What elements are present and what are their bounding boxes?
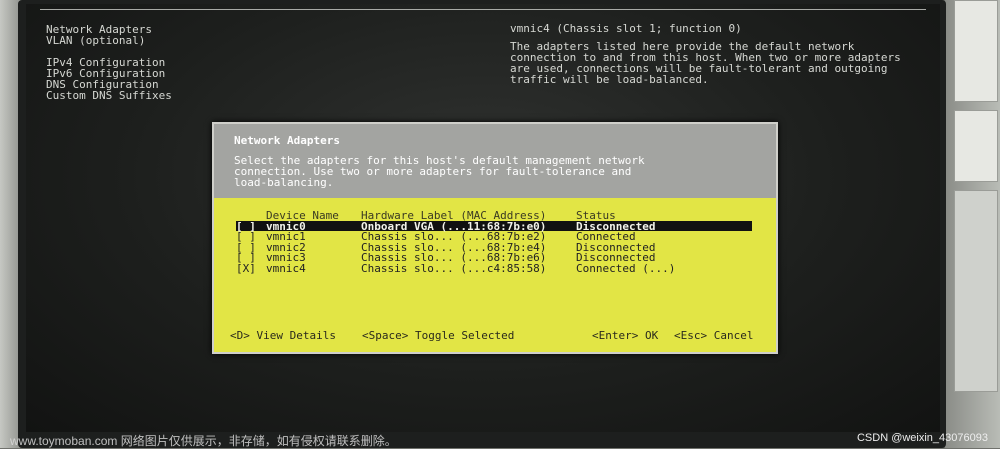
adapter-table: Device Name Hardware Label (MAC Address)… bbox=[236, 210, 752, 274]
background-wall-right bbox=[945, 0, 1000, 448]
table-header: Device Name Hardware Label (MAC Address)… bbox=[236, 210, 752, 221]
description-line: load-balancing. bbox=[234, 176, 334, 189]
table-row[interactable]: [X] vmnic4 Chassis slo... (...c4:85:58) … bbox=[236, 263, 752, 274]
ok-key[interactable]: <Enter> OK bbox=[592, 330, 658, 341]
toggle-selected-key[interactable]: <Space> Toggle Selected bbox=[362, 330, 514, 341]
watermark-right: CSDN @weixin_43076093 bbox=[856, 432, 988, 444]
hardware-label: Chassis slo... (...c4:85:58) bbox=[361, 261, 547, 275]
cancel-key[interactable]: <Esc> Cancel bbox=[674, 330, 753, 341]
console-screen: Network Adapters VLAN (optional) IPv4 Co… bbox=[26, 4, 940, 432]
view-details-key[interactable]: <D> View Details bbox=[230, 330, 336, 341]
dialog-description: Select the adapters for this host's defa… bbox=[234, 155, 645, 188]
adapter-checkbox[interactable]: [X] bbox=[236, 263, 256, 274]
top-divider bbox=[40, 9, 926, 10]
background-box bbox=[954, 0, 998, 102]
detail-line: traffic will be load-balanced. bbox=[510, 73, 709, 86]
table-row[interactable]: [ ] vmnic1 Chassis slo... (...68:7b:e2) … bbox=[236, 231, 752, 242]
left-menu: Network Adapters VLAN (optional) IPv4 Co… bbox=[46, 24, 172, 101]
detail-title: vmnic4 (Chassis slot 1; function 0) bbox=[510, 22, 742, 35]
device-name: vmnic4 bbox=[266, 261, 306, 275]
dialog-header: Network Adapters Select the adapters for… bbox=[214, 124, 776, 198]
adapter-status: Connected (...) bbox=[576, 261, 676, 275]
watermark-left: www.toymoban.com 网络图片仅供展示，非存储，如有侵权请联系删除。 bbox=[10, 434, 397, 448]
network-adapters-dialog: Network Adapters Select the adapters for… bbox=[212, 122, 778, 354]
menu-item-vlan[interactable]: VLAN (optional) bbox=[46, 35, 172, 46]
background-box bbox=[954, 110, 998, 182]
table-row[interactable]: [ ] vmnic3 Chassis slo... (...68:7b:e6) … bbox=[236, 252, 752, 263]
detail-panel: vmnic4 (Chassis slot 1; function 0) The … bbox=[510, 23, 930, 85]
dialog-title: Network Adapters bbox=[234, 134, 340, 147]
background-box bbox=[954, 190, 998, 392]
menu-item-dns-suffixes[interactable]: Custom DNS Suffixes bbox=[46, 90, 172, 101]
